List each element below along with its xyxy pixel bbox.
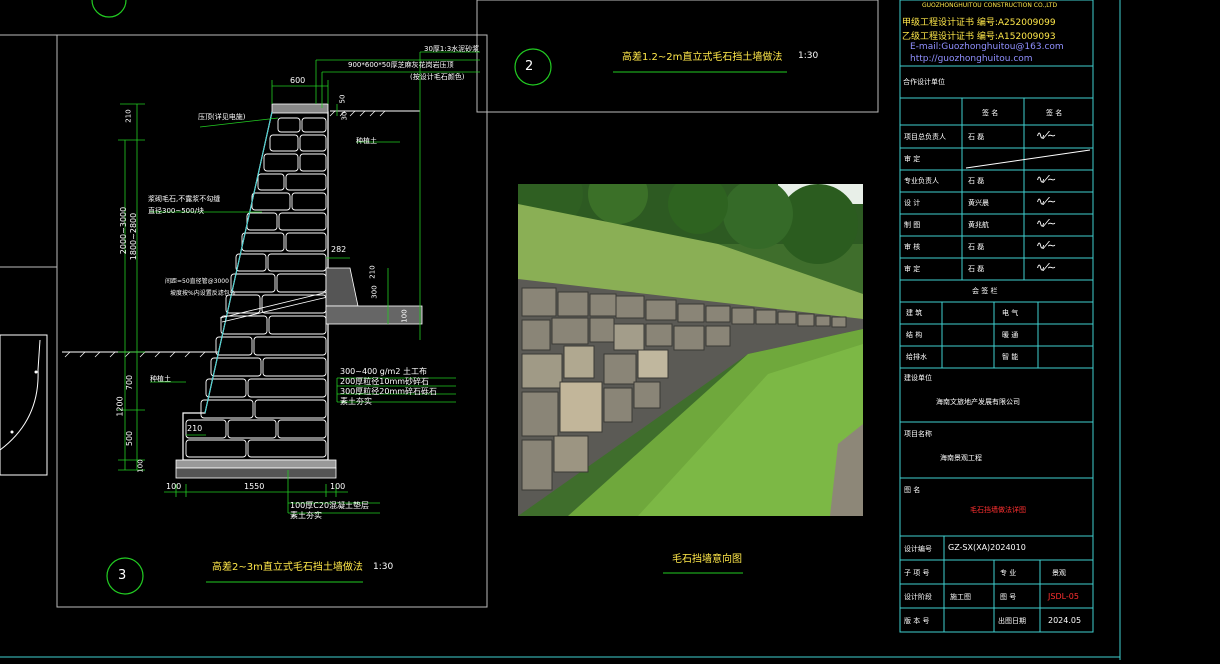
- dim-height-sub: 1800~2800: [129, 212, 139, 261]
- signoff-role: 制 图: [904, 221, 921, 229]
- dim-cap-30: 30: [340, 111, 349, 121]
- company-website[interactable]: http://guozhonghuitou.com: [910, 54, 1033, 64]
- signoff-name: 石 磊: [968, 177, 985, 185]
- signoff-name: 石 磊: [968, 243, 985, 251]
- client-name: 海南文旅地产发展有限公司: [936, 398, 1020, 406]
- dim-base-width: 1550: [244, 482, 265, 491]
- signoff-role: 设 计: [904, 199, 921, 207]
- dim-base-right: 100: [330, 482, 346, 491]
- partner-label: 合作设计单位: [903, 78, 945, 86]
- dim-toe: 210: [187, 424, 203, 433]
- dim-700: 700: [125, 374, 135, 391]
- signature-mark: ∿⁄∼: [1036, 195, 1057, 208]
- signoff-role: 项目总负责人: [904, 133, 946, 141]
- meeting-discipline: 电 气: [1002, 309, 1019, 317]
- meeting-title: 会 签 栏: [972, 287, 998, 295]
- note-mortar: 30厚1:3水泥砂浆: [424, 45, 480, 53]
- signature-mark: ∿⁄∼: [1036, 129, 1057, 142]
- drawing-name-label: 图 名: [904, 486, 921, 494]
- detail-2-scale: 1:30: [798, 51, 819, 61]
- cert-a: 甲级工程设计证书 编号:A252009099: [902, 18, 1056, 28]
- dim-100-left: 100: [136, 459, 145, 473]
- dim-drain-100: 100: [400, 309, 409, 323]
- note-base-compact: 素土夯实: [290, 511, 322, 520]
- signoff-sign-header: 签 名: [1046, 109, 1063, 117]
- cert-b: 乙级工程设计证书 编号:A152009093: [902, 32, 1056, 42]
- drawing-name: 毛石挡墙做法详图: [970, 506, 1026, 514]
- note-coping: 压顶(详见电施): [198, 113, 246, 121]
- note-weep: 间距=50直径管@3000: [165, 278, 229, 285]
- detail-3-scale: 1:30: [373, 562, 394, 572]
- project-name-label: 项目名称: [904, 430, 932, 438]
- signature-mark: ∿⁄∼: [1036, 217, 1057, 230]
- detail-2-number: 2: [525, 59, 534, 74]
- signoff-role: 审 定: [904, 155, 921, 163]
- date: 2024.05: [1048, 616, 1082, 625]
- dim-height-total: 2000~3000: [119, 206, 129, 255]
- photo-caption: 毛石挡墙意向图: [672, 554, 742, 565]
- meeting-discipline: 暖 通: [1002, 331, 1019, 339]
- sheet-no-label: 图 号: [1000, 593, 1017, 601]
- version-label: 版 本 号: [904, 617, 930, 625]
- retaining-wall-photo: [518, 184, 863, 516]
- dim-drain-width: 282: [331, 245, 347, 254]
- signoff-role: 审 核: [904, 243, 921, 251]
- meeting-discipline: 建 筑: [906, 309, 923, 317]
- date-label: 出图日期: [998, 617, 1026, 625]
- note-color: (按设计毛石颜色): [410, 73, 465, 81]
- dim-base-left: 100: [166, 482, 182, 491]
- meeting-discipline: 结 构: [906, 331, 923, 339]
- signoff-name: 黄兴晨: [968, 199, 989, 207]
- signoff-name: 黄兆航: [968, 221, 989, 229]
- company-name-en: GUOZHONGHUITOU CONSTRUCTION CO.,LTD: [922, 2, 1058, 9]
- sheet-no: JSDL-05: [1048, 592, 1079, 601]
- detail-2-title: 高差1.2~2m直立式毛石挡土墙做法: [622, 52, 783, 63]
- title-block-grid: [899, 0, 1094, 633]
- note-fill-soil: 种植土: [356, 137, 377, 145]
- dim-drain-210: 210: [368, 265, 377, 279]
- sub-item-label: 子 项 号: [904, 569, 930, 577]
- dim-500: 500: [125, 430, 135, 447]
- signature-mark: ∿⁄∼: [1036, 173, 1057, 186]
- meeting-discipline: 智 能: [1002, 353, 1019, 361]
- meeting-discipline: 给排水: [906, 353, 927, 361]
- note-soil-left: 种植土: [150, 375, 171, 383]
- dim-cap-50: 50: [338, 94, 347, 104]
- dim-1200: 1200: [115, 396, 125, 417]
- company-email[interactable]: E-mail:Guozhonghuitou@163.com: [910, 42, 1064, 52]
- note-compact: 素土夯实: [340, 397, 372, 406]
- dim-drain-300: 300: [370, 285, 379, 299]
- discipline: 景观: [1052, 569, 1066, 577]
- note-coping-stone: 900*600*50厚芝麻灰花岗岩压顶: [348, 61, 454, 69]
- signoff-name: 石 磊: [968, 265, 985, 273]
- signoff-name: 石 磊: [968, 133, 985, 141]
- note-stone: 浆砌毛石,不露浆不勾缝: [148, 195, 221, 203]
- dim-210-top: 210: [124, 109, 133, 123]
- signoff-name-header: 签 名: [982, 109, 999, 117]
- note-stone-size: 直径300~500/块: [148, 207, 204, 215]
- client-label: 建设单位: [904, 374, 932, 382]
- detail-3-title: 高差2~3m直立式毛石挡土墙做法: [212, 562, 363, 573]
- discipline-label: 专 业: [1000, 569, 1017, 577]
- phase: 施工图: [950, 593, 971, 601]
- signature-mark: ∿⁄∼: [1036, 239, 1057, 252]
- signoff-role: 审 定: [904, 265, 921, 273]
- detail-3-number: 3: [118, 568, 127, 583]
- design-no-label: 设计编号: [904, 545, 932, 553]
- dim-top-width: 600: [290, 76, 306, 85]
- design-no: GZ-SX(XA)2024010: [948, 543, 1026, 552]
- note-weep-2: 坡度按%内设置反滤包%: [170, 290, 236, 297]
- signoff-role: 专业负责人: [904, 177, 939, 185]
- phase-label: 设计阶段: [904, 593, 932, 601]
- signature-mark: ∿⁄∼: [1036, 261, 1057, 274]
- project-name: 海南景观工程: [940, 454, 982, 462]
